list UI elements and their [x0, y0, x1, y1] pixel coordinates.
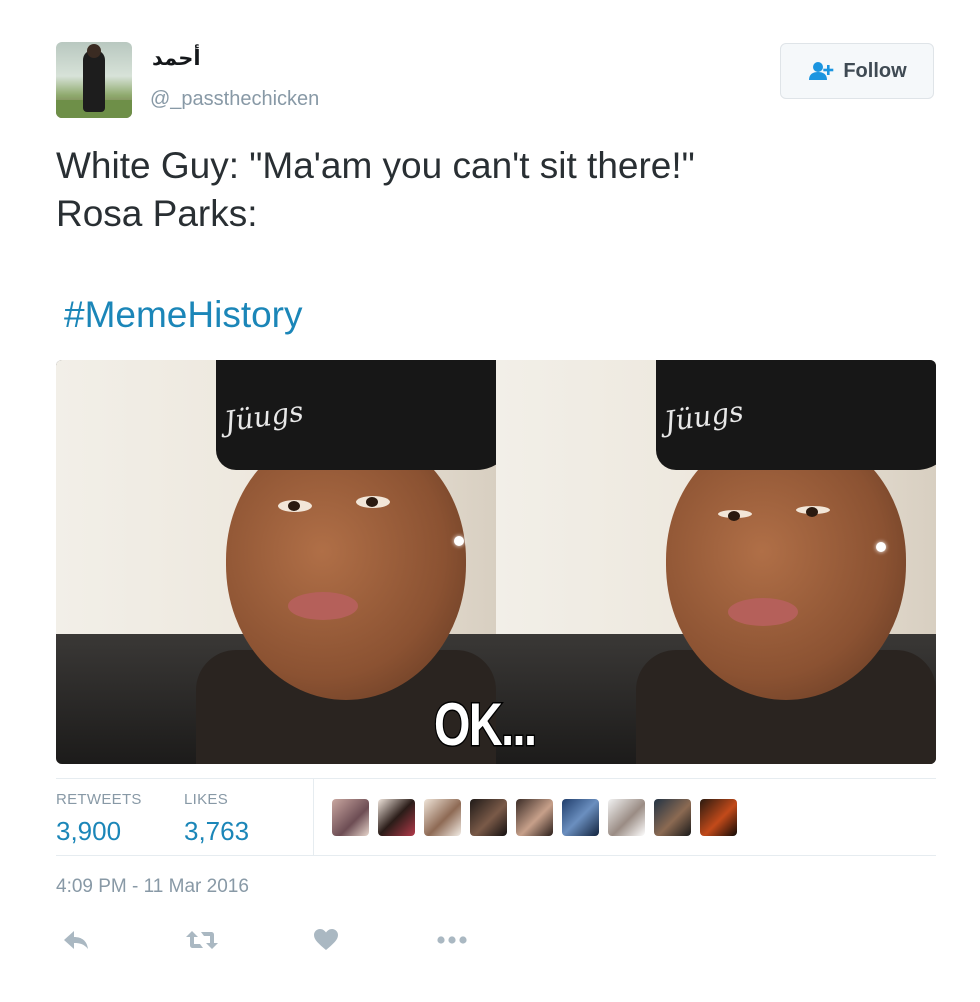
retweet-icon — [186, 931, 218, 949]
tweet-line-2: Rosa Parks: — [56, 193, 258, 234]
retweets-count: 3,900 — [56, 816, 122, 846]
like-icon — [314, 929, 338, 950]
stats-divider — [313, 779, 314, 855]
retweets-label: RETWEETS — [56, 791, 142, 808]
more-icon — [437, 936, 467, 944]
tweet-stats: RETWEETS 3,900 LIKES 3,763 — [56, 778, 936, 856]
meme-caption: OK... — [433, 690, 538, 760]
tweet-line-1: White Guy: "Ma'am you can't sit there!" — [56, 145, 695, 186]
tweet-text: White Guy: "Ma'am you can't sit there!" … — [56, 142, 926, 238]
liker-avatar[interactable] — [516, 799, 553, 836]
retweets-stat[interactable]: RETWEETS 3,900 — [56, 791, 142, 847]
liker-avatar[interactable] — [700, 799, 737, 836]
liker-avatar[interactable] — [470, 799, 507, 836]
liker-avatar[interactable] — [654, 799, 691, 836]
display-name[interactable]: أحمد — [152, 46, 201, 70]
liker-avatar[interactable] — [332, 799, 369, 836]
retweet-button[interactable] — [184, 922, 220, 958]
follow-button[interactable]: Follow — [780, 43, 934, 99]
liker-avatar[interactable] — [378, 799, 415, 836]
tweet-timestamp[interactable]: 4:09 PM - 11 Mar 2016 — [56, 876, 249, 898]
tweet-actions — [58, 922, 478, 958]
meme-panel-right: Jüugs — [496, 360, 936, 764]
like-button[interactable] — [308, 922, 344, 958]
user-avatar[interactable] — [56, 42, 132, 118]
user-handle[interactable]: @_passthechicken — [150, 88, 319, 111]
liker-avatar[interactable] — [608, 799, 645, 836]
add-user-icon — [809, 62, 834, 80]
tweet-header: أحمد @_passthechicken Follow — [56, 42, 936, 122]
hashtag-link[interactable]: #MemeHistory — [64, 294, 303, 336]
liker-avatar[interactable] — [424, 799, 461, 836]
liker-avatars — [332, 799, 737, 836]
liker-avatar[interactable] — [562, 799, 599, 836]
more-button[interactable] — [434, 922, 470, 958]
reply-button[interactable] — [58, 922, 94, 958]
meme-panel-left: Jüugs — [56, 360, 496, 764]
likes-stat[interactable]: LIKES 3,763 — [184, 791, 249, 847]
tweet-image[interactable]: Jüugs Jüugs OK... — [56, 360, 936, 764]
likes-label: LIKES — [184, 791, 229, 808]
follow-label: Follow — [843, 59, 907, 82]
likes-count: 3,763 — [184, 816, 250, 846]
reply-icon — [64, 931, 88, 949]
